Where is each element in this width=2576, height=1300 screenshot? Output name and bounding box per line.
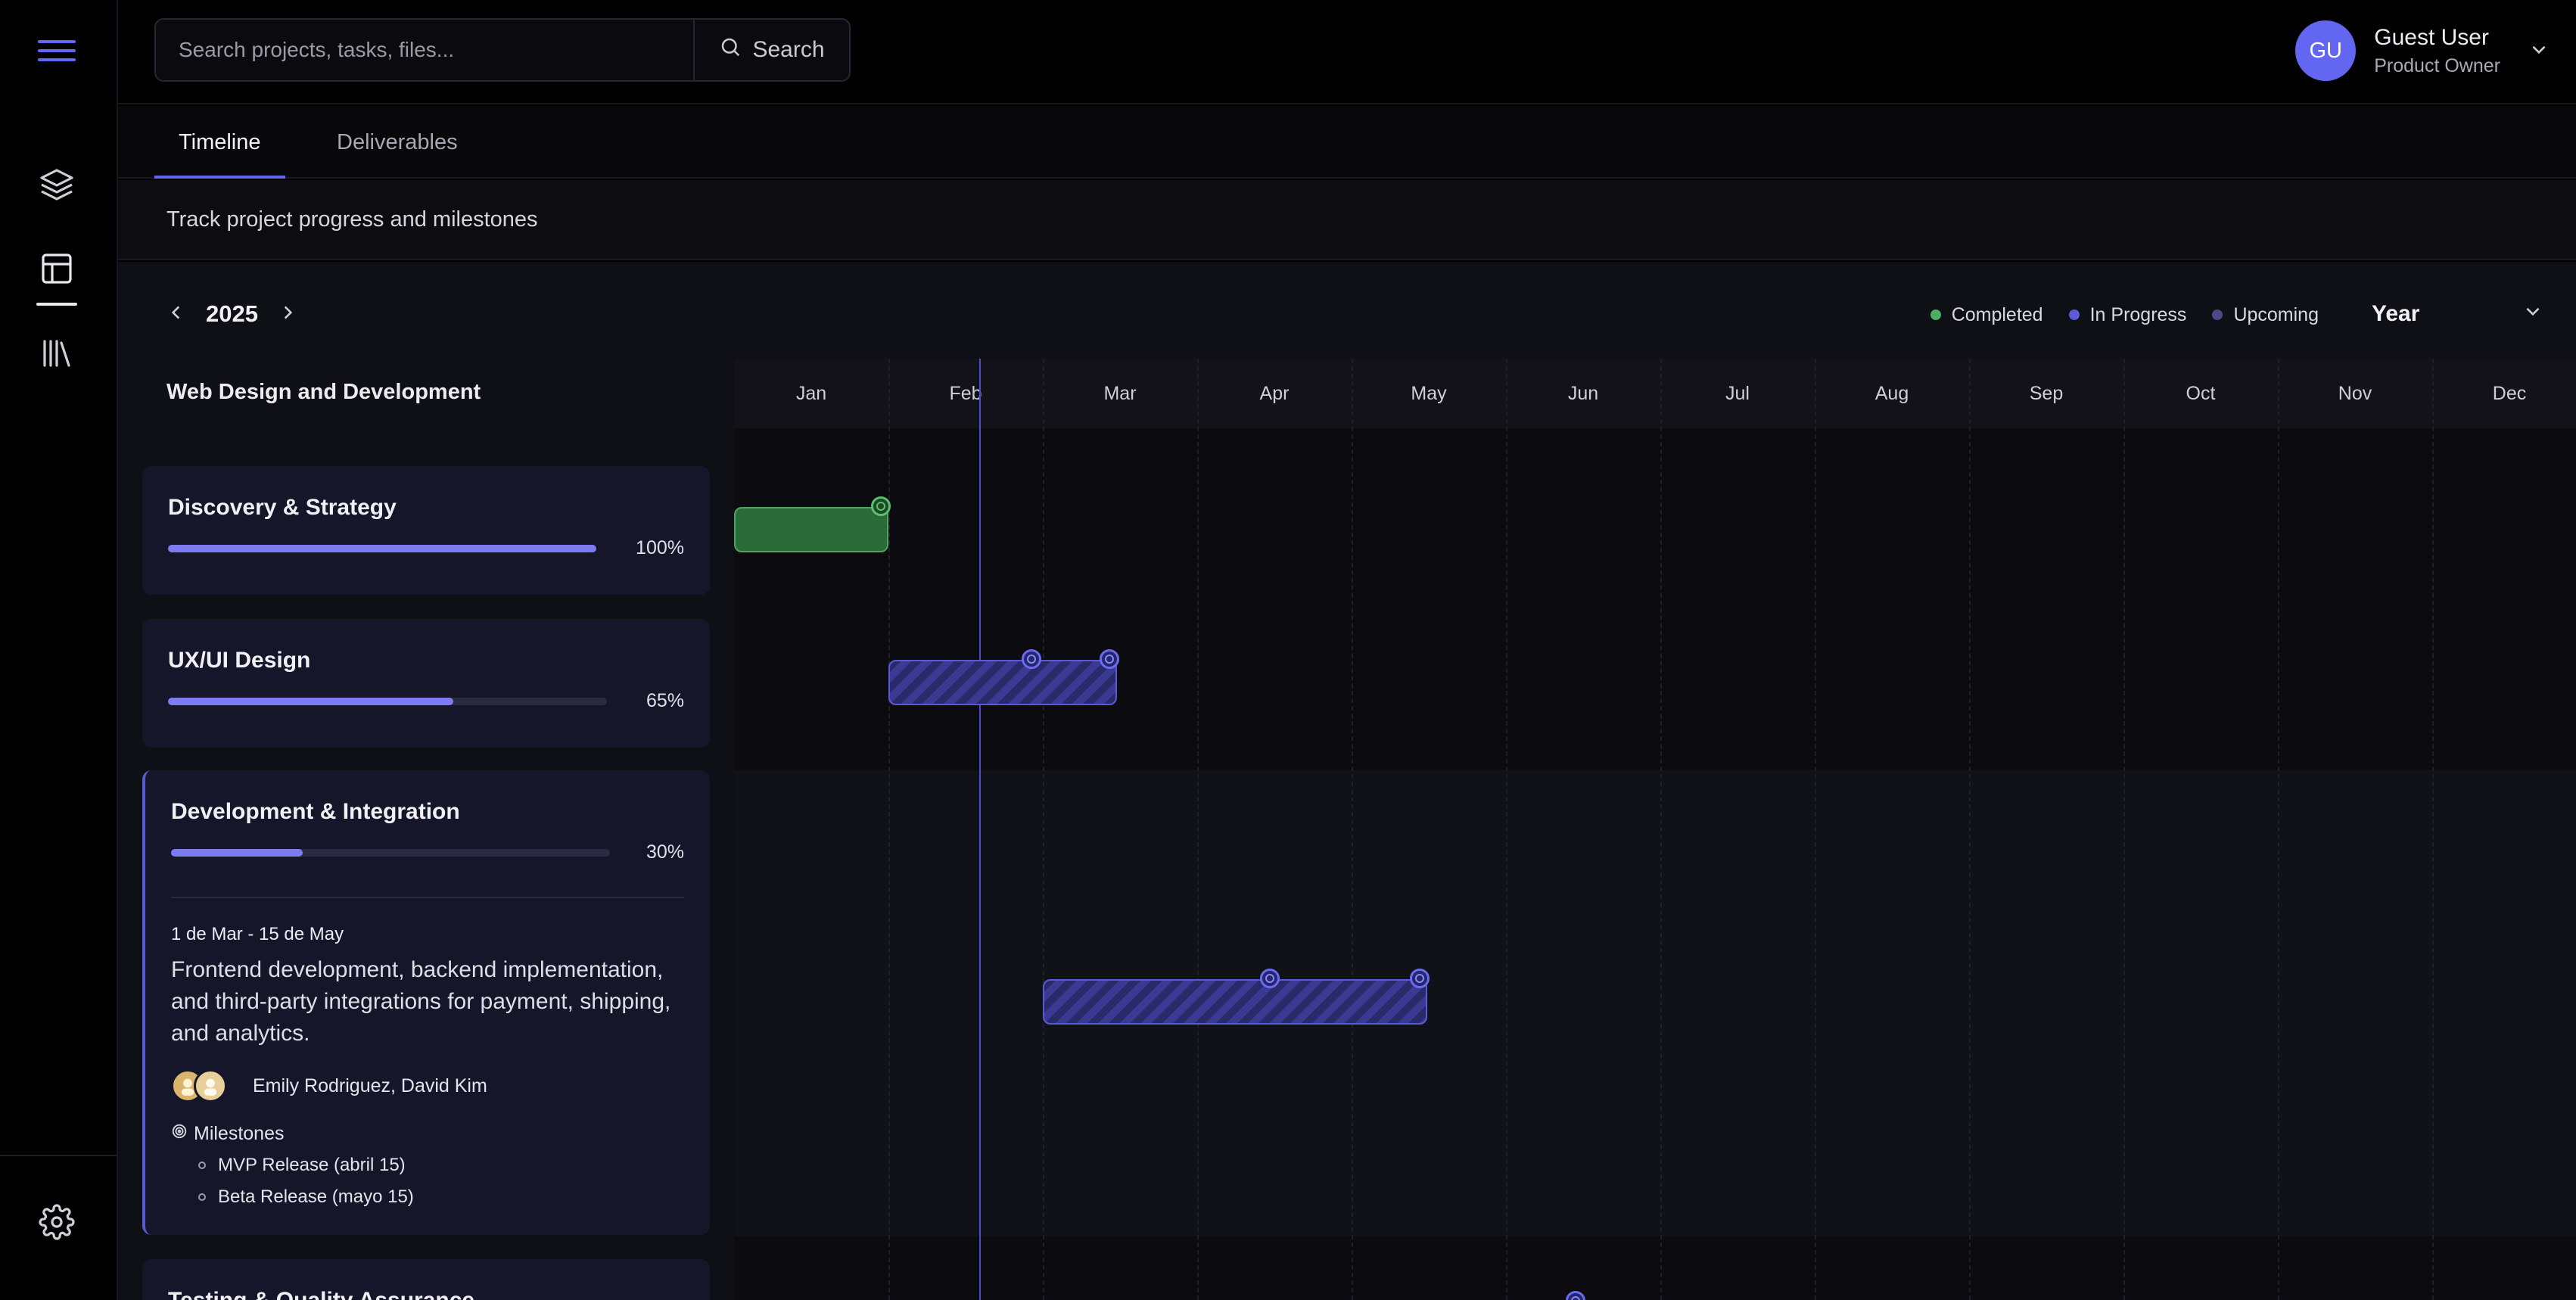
target-icon (171, 1123, 188, 1145)
phase-description: Frontend development, backend implementa… (171, 957, 671, 1046)
month-label: Jan (795, 382, 827, 404)
upcoming-dot-icon (2212, 309, 2223, 320)
gantt-bar-discovery[interactable] (734, 507, 888, 552)
milestone-marker-icon[interactable] (1566, 1291, 1585, 1300)
layers-icon[interactable] (35, 162, 79, 206)
milestone-label: MVP Release (abril 15) (218, 1155, 406, 1175)
settings-gear-icon[interactable] (35, 1200, 79, 1244)
timeline-main: 2025 Completed In Progress Upcoming Year (118, 262, 2576, 1300)
view-select-value: Year (2372, 301, 2420, 326)
bullet-icon (198, 1162, 206, 1169)
phase-card-expanded[interactable]: Development & Integration 30% 1 de Mar -… (142, 770, 710, 1235)
user-avatar: GU (2295, 20, 2357, 81)
completed-dot-icon (1930, 309, 1941, 320)
legend-upcoming: Upcoming (2212, 304, 2319, 326)
month-label: Dec (2492, 382, 2527, 404)
chevron-down-icon (2529, 39, 2549, 63)
chevron-down-icon (2523, 301, 2543, 327)
milestones-label: Milestones (194, 1123, 285, 1144)
project-title: Web Design and Development (166, 380, 481, 404)
rail-divider (0, 1155, 118, 1156)
month-label: Jul (1725, 382, 1750, 404)
milestone-marker-icon[interactable] (871, 496, 891, 516)
legend-completed: Completed (1930, 304, 2043, 326)
layout-icon[interactable] (35, 247, 79, 291)
phase-card[interactable]: Testing & Quality Assurance (142, 1259, 710, 1300)
phase-title: Development & Integration (171, 799, 460, 824)
status-legend: Completed In Progress Upcoming (1930, 298, 2319, 331)
progress-percent: 65% (646, 690, 684, 711)
month-label: Oct (2186, 382, 2216, 404)
phase-card[interactable]: Discovery & Strategy 100% (142, 466, 710, 595)
phase-dates: 1 de Mar - 15 de May (171, 924, 344, 944)
user-name: Guest User (2374, 24, 2489, 50)
milestone-marker-icon[interactable] (1260, 969, 1280, 988)
gantt-chart: Jan Feb Mar Apr May Jun Jul Aug Sep Oct … (734, 359, 2576, 1300)
month-label: Jun (1567, 382, 1599, 404)
bullet-icon (198, 1193, 206, 1201)
milestones-header: Milestones (171, 1123, 285, 1145)
search-bar: Search (154, 18, 851, 82)
in-progress-dot-icon (2068, 309, 2080, 320)
month-label: Apr (1259, 382, 1290, 404)
team-members: Emily Rodriguez, David Kim (171, 1067, 487, 1105)
milestone-marker-icon[interactable] (1022, 649, 1041, 669)
card-divider (171, 897, 684, 898)
phase-title: UX/UI Design (168, 648, 311, 673)
legend-in-progress: In Progress (2068, 303, 2187, 326)
team-names: Emily Rodriguez, David Kim (253, 1075, 487, 1096)
year-navigator: 2025 (166, 295, 297, 333)
gantt-bar-development[interactable] (1043, 979, 1427, 1025)
milestone-item: MVP Release (abril 15) (198, 1155, 406, 1176)
page-subtitle: Track project progress and milestones (118, 180, 2576, 260)
progress-bar (168, 698, 607, 705)
progress-bar (171, 849, 610, 857)
view-select[interactable]: Year (2349, 285, 2553, 344)
top-header: Search GU Guest User Product Owner (118, 0, 2576, 104)
legend-label: Upcoming (2233, 303, 2319, 325)
month-label: Aug (1874, 382, 1909, 404)
progress-bar (168, 545, 596, 552)
side-rail (0, 0, 118, 1300)
search-icon (719, 36, 742, 64)
tab-timeline[interactable]: Timeline (154, 106, 285, 179)
month-label: Feb (949, 382, 982, 404)
phase-title: Testing & Quality Assurance (168, 1288, 474, 1300)
gantt-bar-ux-ui[interactable] (888, 660, 1117, 705)
progress-percent: 100% (636, 537, 684, 558)
menu-icon[interactable] (35, 29, 79, 73)
phase-card[interactable]: UX/UI Design 65% (142, 619, 710, 748)
user-role: Product Owner (2374, 54, 2500, 76)
month-label: Nov (2338, 382, 2372, 404)
milestone-item: Beta Release (mayo 15) (198, 1186, 414, 1208)
tab-deliverables[interactable]: Deliverables (337, 106, 458, 179)
chevron-left-icon[interactable] (166, 303, 186, 326)
search-input[interactable] (156, 20, 693, 80)
legend-label: In Progress (2089, 303, 2187, 325)
legend-label: Completed (1951, 303, 2043, 325)
milestone-marker-icon[interactable] (1410, 969, 1430, 988)
search-button[interactable]: Search (693, 20, 849, 80)
tab-bar: Timeline Deliverables (118, 106, 2576, 179)
current-year: 2025 (206, 300, 258, 327)
milestone-label: Beta Release (mayo 15) (218, 1186, 414, 1207)
row-highlight (734, 770, 2576, 1236)
library-icon[interactable] (35, 331, 79, 375)
search-button-label: Search (752, 37, 825, 62)
active-nav-indicator (36, 303, 77, 306)
progress-percent: 30% (646, 841, 684, 863)
phase-title: Discovery & Strategy (168, 495, 397, 520)
month-label: Sep (2029, 382, 2064, 404)
chevron-right-icon[interactable] (278, 303, 297, 326)
milestone-marker-icon[interactable] (1100, 649, 1119, 669)
today-marker (979, 359, 981, 1300)
month-label: May (1411, 382, 1447, 404)
month-label: Mar (1103, 382, 1137, 404)
user-menu[interactable]: GU Guest User Product Owner (2295, 20, 2549, 82)
avatar (194, 1069, 227, 1103)
